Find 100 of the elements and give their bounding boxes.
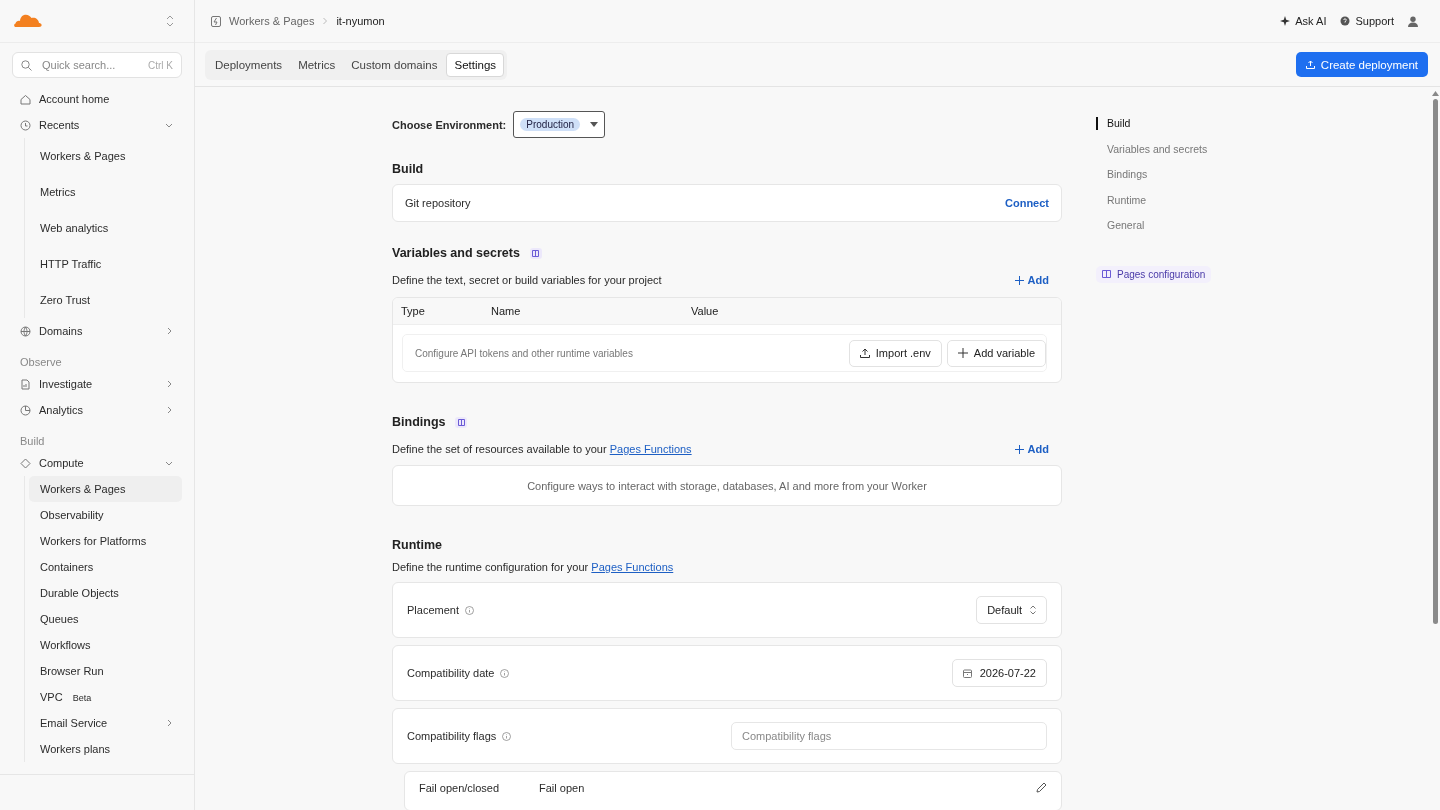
setting-value: Fail open	[539, 782, 586, 794]
nav-item[interactable]: Queues	[29, 606, 182, 632]
nav-item[interactable]: Email Service	[29, 710, 182, 736]
sort-icon	[1030, 605, 1036, 615]
breadcrumb-link[interactable]: Workers & Pages	[229, 15, 315, 27]
add-link[interactable]: Add	[1014, 274, 1049, 286]
plus-icon	[1014, 275, 1024, 285]
pages-functions-link[interactable]: Pages Functions	[609, 443, 692, 455]
nav-item[interactable]: Compute	[12, 450, 182, 476]
nav-item[interactable]: Web analytics	[29, 210, 182, 246]
book-icon[interactable]	[455, 416, 468, 428]
nav-item[interactable]: HTTP Traffic	[29, 246, 182, 282]
plus-icon	[957, 348, 968, 358]
clock-icon	[20, 119, 31, 131]
setting-label: Compatibility date	[407, 667, 495, 679]
nav-item[interactable]: Domains	[12, 318, 182, 344]
sparkle-icon	[1280, 16, 1291, 26]
empty-state-message: Configure ways to interact with storage, databases, AI and more from your Worker	[392, 465, 1062, 506]
field-label: Choose Environment:	[392, 118, 507, 131]
calendar-icon	[962, 668, 972, 678]
nav-item[interactable]: Workers for Platforms	[29, 528, 182, 554]
section-title: Build	[392, 162, 425, 176]
tab[interactable]: Settings	[446, 52, 505, 77]
home-icon	[20, 93, 31, 105]
section-title: Runtime	[392, 538, 443, 552]
placement-select[interactable]: Default	[976, 596, 1047, 624]
description: Define the runtime configuration for your Pages Functions	[392, 561, 674, 573]
nav-item[interactable]: VPC Beta	[29, 684, 182, 710]
nav-item[interactable]: Durable Objects	[29, 580, 182, 606]
document-icon	[20, 378, 31, 390]
nav-item[interactable]: Workers & Pages	[29, 138, 182, 174]
expand-icon	[166, 15, 174, 27]
setting-label: Fail open/closed	[419, 782, 500, 794]
chevron-icon	[322, 17, 329, 25]
add-link[interactable]: Add	[1014, 443, 1049, 455]
scrollbar-thumb[interactable]	[1432, 99, 1438, 624]
create-deployment-button[interactable]: Create deployment	[1295, 52, 1428, 77]
tab[interactable]: Custom domains	[344, 52, 445, 77]
pencil-icon	[1036, 782, 1047, 793]
tab[interactable]: Deployments	[208, 52, 290, 77]
input-field[interactable]: Compatibility flags	[731, 722, 1047, 750]
description: Define the text, secret or build variables for your project	[392, 274, 662, 286]
empty-message: Configure API tokens and other runtime variables	[415, 347, 634, 359]
toc-link[interactable]: Build	[1096, 117, 1296, 130]
setting-label: Placement	[407, 604, 459, 616]
column-header: Type	[401, 305, 426, 317]
nav-item[interactable]: Workflows	[29, 632, 182, 658]
nav-item[interactable]: Workers plans	[29, 736, 182, 762]
help-icon	[1340, 16, 1351, 26]
table-action-button[interactable]: Import .env	[848, 339, 942, 367]
environment-select[interactable]: Production	[513, 111, 606, 138]
diamond-icon	[20, 457, 31, 469]
pages-configuration-link[interactable]: Pages configuration	[1096, 265, 1212, 283]
nav-item[interactable]: Browser Run	[29, 658, 182, 684]
environment-tag: Production	[520, 118, 581, 131]
nav-item[interactable]: Metrics	[29, 174, 182, 210]
date-field[interactable]: 2026-07-22	[951, 659, 1047, 687]
nav-item[interactable]: Observability	[29, 502, 182, 528]
pages-functions-link[interactable]: Pages Functions	[591, 561, 674, 573]
setting-label: Compatibility flags	[407, 730, 497, 742]
row-label: Git repository	[405, 197, 471, 209]
bolt-icon	[211, 15, 221, 27]
caret-icon	[590, 122, 599, 127]
column-header: Name	[491, 305, 522, 317]
toc-link[interactable]: General	[1096, 219, 1296, 245]
search-icon	[21, 59, 32, 71]
toc-link[interactable]: Bindings	[1096, 168, 1296, 194]
upload-icon	[1305, 60, 1315, 69]
topbar-link[interactable]: Ask AI	[1280, 15, 1327, 27]
breadcrumb-link[interactable]: it-nyumon	[336, 15, 385, 27]
book-icon[interactable]	[529, 247, 542, 259]
plus-icon	[1014, 444, 1024, 454]
section-heading: Observe	[19, 355, 63, 370]
table-action-button[interactable]: Add variable	[946, 339, 1046, 367]
nav-item[interactable]: Analytics	[12, 397, 182, 423]
section-heading: Build	[19, 434, 46, 449]
nav-item[interactable]: Containers	[29, 554, 182, 580]
topbar-link[interactable]: Support	[1340, 15, 1394, 27]
globe-icon	[20, 325, 31, 337]
toc-link[interactable]: Variables and secrets	[1096, 142, 1296, 168]
column-header: Value	[691, 305, 720, 317]
section-title: Variables and secrets	[392, 246, 520, 260]
tab[interactable]: Metrics	[291, 52, 343, 77]
shortcut-hint: Ctrl K	[148, 59, 173, 71]
pie-chart-icon	[20, 404, 31, 416]
connect-link[interactable]: Connect	[1005, 197, 1049, 209]
description: Define the set of resources available to your Pages Functions	[392, 443, 692, 455]
toc-link[interactable]: Runtime	[1096, 193, 1296, 219]
section-title: Bindings	[392, 415, 446, 429]
search-field[interactable]: Quick search...	[40, 58, 140, 72]
cloud-logo	[12, 14, 42, 28]
nav-item[interactable]: Investigate	[12, 371, 182, 397]
nav-item[interactable]: Account home	[12, 86, 182, 112]
scroll-up-icon	[1431, 91, 1439, 96]
book-icon	[1102, 270, 1111, 278]
nav-item[interactable]: Workers & Pages	[29, 476, 182, 502]
nav-item[interactable]: Zero Trust	[29, 282, 182, 318]
nav-item[interactable]: Recents	[12, 112, 182, 138]
upload-icon	[859, 348, 870, 358]
user-icon	[1408, 15, 1418, 27]
